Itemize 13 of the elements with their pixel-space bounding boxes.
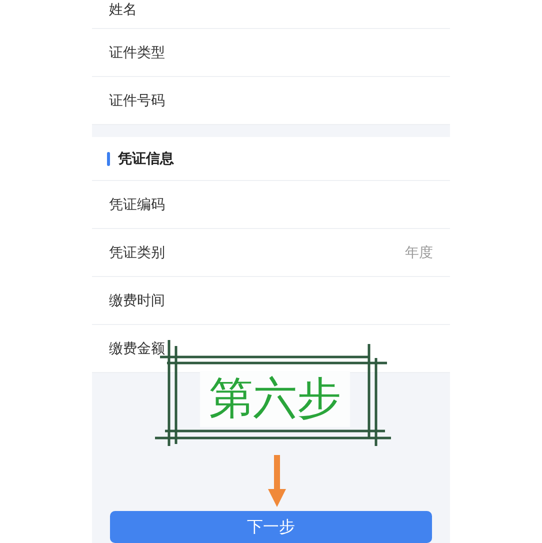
step-annotation: 第六步 (200, 371, 350, 427)
field-label: 凭证编码 (109, 196, 165, 214)
field-label: 姓名 (109, 1, 137, 19)
field-label: 缴费金额 (109, 340, 165, 358)
field-label: 凭证类别 (109, 244, 165, 262)
field-value: 年度 (405, 244, 433, 262)
next-button[interactable]: 下一步 (110, 511, 432, 543)
section-accent-bar (107, 152, 110, 166)
down-arrow-icon (268, 455, 286, 507)
field-label: 缴费时间 (109, 292, 165, 310)
field-label: 证件号码 (109, 92, 165, 110)
field-label: 证件类型 (109, 44, 165, 62)
section-title: 凭证信息 (118, 150, 174, 168)
